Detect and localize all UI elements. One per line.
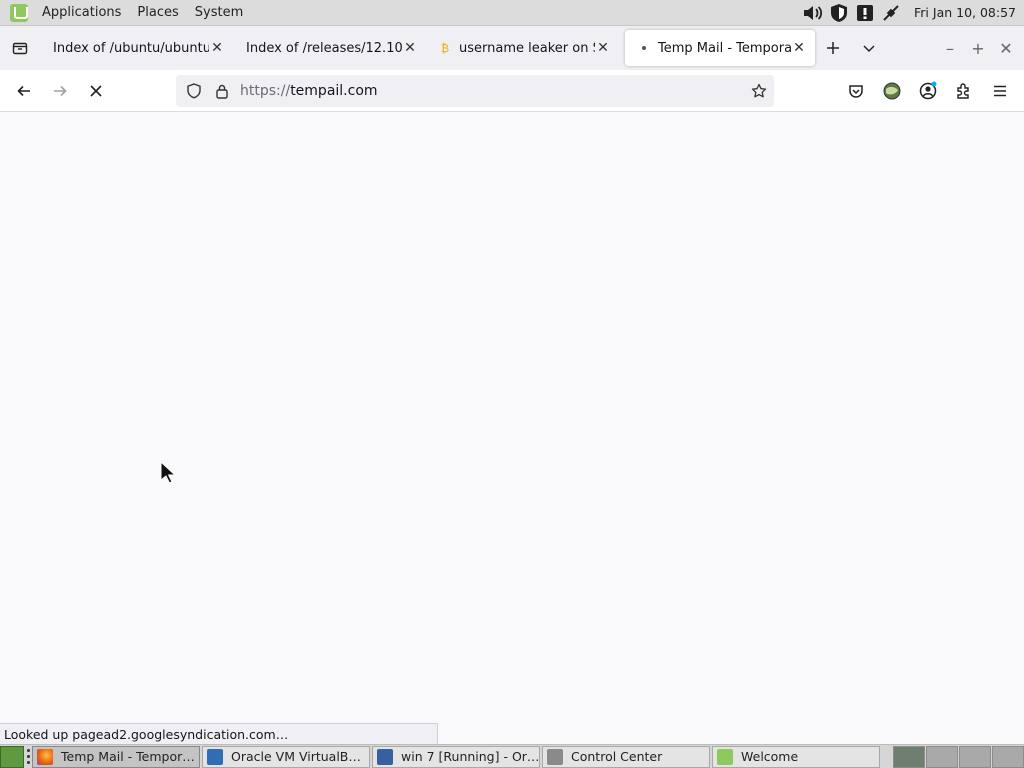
mouse-cursor-icon: [160, 460, 178, 489]
tab-title: Index of /releases/12.10: [246, 40, 402, 56]
workspace-1[interactable]: [893, 745, 925, 768]
url-host: tempail.com: [290, 83, 378, 99]
status-bar: Looked up pagead2.googlesyndication.com…: [0, 723, 438, 745]
bookmark-star-icon[interactable]: [744, 83, 774, 99]
task-label: win 7 [Running] - Or…: [401, 749, 540, 764]
places-menu[interactable]: Places: [129, 5, 186, 20]
svg-text:₿: ₿: [441, 42, 449, 55]
task-win7-vm[interactable]: win 7 [Running] - Or…: [372, 745, 540, 768]
account-icon: [919, 81, 937, 100]
virtualbox-icon: [207, 748, 223, 765]
minimize-icon[interactable]: –: [936, 39, 964, 58]
forward-button[interactable]: [42, 73, 78, 109]
applications-menu[interactable]: Applications: [34, 5, 129, 20]
mint-welcome-icon: [717, 748, 733, 765]
task-welcome[interactable]: Welcome: [712, 745, 880, 768]
workspace-3[interactable]: [959, 745, 991, 768]
bitcoin-icon: ₿: [439, 41, 451, 55]
extensions-button[interactable]: [946, 73, 982, 109]
firefox-icon: [37, 748, 53, 765]
new-tab-button[interactable]: [815, 30, 851, 66]
page-content[interactable]: [0, 112, 1024, 744]
task-control-center[interactable]: Control Center: [542, 745, 710, 768]
hamburger-menu-icon: [994, 85, 1006, 97]
toolbar-right: [838, 73, 1018, 109]
chevron-down-icon: [863, 45, 875, 53]
extension-globe-icon: [883, 82, 901, 100]
task-label: Welcome: [741, 749, 799, 764]
task-virtualbox[interactable]: Oracle VM VirtualB…: [202, 745, 370, 768]
task-temp-mail[interactable]: Temp Mail - Tempor…: [32, 745, 200, 768]
puzzle-icon: [957, 83, 969, 99]
clock[interactable]: Fri Jan 10, 08:57: [914, 5, 1016, 20]
close-icon[interactable]: ✕: [992, 39, 1020, 58]
taskbar: Temp Mail - Tempor… Oracle VM VirtualB… …: [0, 744, 1024, 768]
arrow-left-icon: [17, 85, 30, 96]
workspace-switcher: [893, 745, 1024, 768]
tab-ubuntu-index[interactable]: Index of /ubuntu/ubuntu/ ✕: [40, 30, 233, 66]
volume-icon[interactable]: [802, 3, 824, 23]
workspace-4[interactable]: [992, 745, 1024, 768]
firefox-view-button[interactable]: [0, 26, 40, 70]
workspace-2[interactable]: [926, 745, 958, 768]
account-button[interactable]: [910, 73, 946, 109]
task-label: Temp Mail - Tempor…: [61, 749, 195, 764]
loading-dot-icon: [638, 41, 650, 55]
task-label: Oracle VM VirtualB…: [231, 749, 361, 764]
tab-releases-index[interactable]: Index of /releases/12.10 ✕: [233, 30, 426, 66]
app-menu-button[interactable]: [982, 73, 1018, 109]
tracking-protection-shield-icon[interactable]: [180, 77, 208, 105]
control-center-icon: [547, 748, 563, 765]
tab-close-icon[interactable]: ✕: [595, 40, 611, 56]
nav-bar: https://tempail.com: [0, 70, 1024, 112]
system-tray: Fri Jan 10, 08:57: [802, 3, 1024, 23]
firefox-view-icon: [12, 42, 28, 55]
task-label: Control Center: [571, 749, 663, 764]
pocket-button[interactable]: [838, 73, 874, 109]
virtualbox-vm-icon: [377, 748, 393, 765]
top-panel: Applications Places System Fri Jan 10, 0…: [0, 0, 1024, 26]
update-alert-icon[interactable]: [854, 3, 876, 23]
tab-close-icon[interactable]: ✕: [791, 40, 807, 56]
tab-title: username leaker on Sc: [459, 40, 595, 56]
plus-icon: [827, 42, 839, 54]
window-controls: – + ✕: [936, 39, 1024, 58]
stop-icon: [90, 84, 102, 97]
tab-strip: Index of /ubuntu/ubuntu/ ✕ Index of /rel…: [0, 26, 1024, 70]
pocket-icon: [849, 85, 863, 98]
system-menu[interactable]: System: [187, 5, 251, 20]
stop-button[interactable]: [78, 73, 114, 109]
arrow-right-icon: [54, 85, 67, 96]
lock-icon[interactable]: [208, 77, 236, 105]
tab-close-icon[interactable]: ✕: [402, 40, 418, 56]
back-button[interactable]: [6, 73, 42, 109]
list-all-tabs-button[interactable]: [851, 30, 887, 66]
url-scheme: https://: [240, 83, 291, 99]
shield-icon[interactable]: [828, 3, 850, 23]
tab-username-leaker[interactable]: ₿ username leaker on Sc ✕: [426, 30, 619, 66]
taskbar-grip-handle[interactable]: [24, 747, 32, 767]
mint-menu-icon[interactable]: [10, 3, 28, 22]
tab-close-icon[interactable]: ✕: [209, 40, 225, 56]
tab-temp-mail[interactable]: Temp Mail - Temporary ✕: [625, 30, 815, 66]
network-icon[interactable]: [880, 3, 902, 23]
url-text[interactable]: https://tempail.com: [240, 83, 378, 99]
tab-title: Index of /ubuntu/ubuntu/: [53, 40, 209, 56]
extension-avatar-button[interactable]: [874, 73, 910, 109]
show-desktop-button[interactable]: [0, 745, 24, 768]
maximize-icon[interactable]: +: [964, 39, 992, 58]
tab-title: Temp Mail - Temporary: [658, 40, 791, 56]
url-bar[interactable]: https://tempail.com: [176, 75, 774, 107]
